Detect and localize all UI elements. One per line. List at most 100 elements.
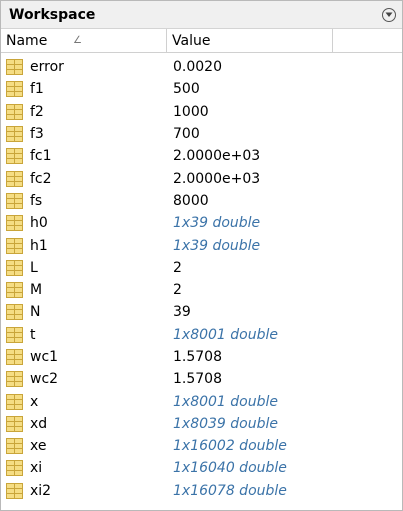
variable-grid-icon: [6, 326, 23, 343]
sort-ascending-icon: ∠: [73, 35, 82, 46]
variable-name-cell: f2: [1, 103, 167, 120]
chevron-down-circle-icon[interactable]: [382, 7, 396, 22]
variable-row[interactable]: fc2 2.0000e+03: [1, 167, 402, 189]
variable-value: 700: [173, 126, 200, 143]
variable-name-cell: xd: [1, 415, 167, 432]
variable-value: 1x8001 double: [173, 393, 278, 410]
variable-value: 2: [173, 282, 182, 299]
variable-grid-icon: [6, 482, 23, 499]
variable-row[interactable]: x 1x8001 double: [1, 390, 402, 412]
variable-name-cell: f3: [1, 126, 167, 143]
variable-row[interactable]: f1 500: [1, 78, 402, 100]
variable-value: 39: [173, 304, 191, 321]
column-header-name[interactable]: Name ∠: [1, 29, 167, 52]
variable-name: wc2: [30, 371, 59, 388]
variable-value: 2.0000e+03: [173, 148, 261, 165]
variable-name: M: [30, 282, 43, 299]
variable-name-cell: f1: [1, 81, 167, 98]
variable-name: xd: [30, 415, 48, 432]
variable-name-cell: h0: [1, 215, 167, 232]
panel-title: Workspace: [9, 6, 96, 23]
variable-name: h1: [30, 237, 48, 254]
variable-row[interactable]: f2 1000: [1, 101, 402, 123]
variable-name: x: [30, 393, 39, 410]
variable-row[interactable]: xd 1x8039 double: [1, 413, 402, 435]
variable-grid-icon: [6, 170, 23, 187]
variable-row[interactable]: xe 1x16002 double: [1, 435, 402, 457]
variable-row[interactable]: fs 8000: [1, 190, 402, 212]
variable-name-cell: L: [1, 259, 167, 276]
variable-name-cell: M: [1, 282, 167, 299]
variable-name: t: [30, 326, 36, 343]
variable-value: 0.0020: [173, 59, 222, 76]
variable-name-cell: fc1: [1, 148, 167, 165]
variable-row[interactable]: xi2 1x16078 double: [1, 480, 402, 502]
column-header-filler: [333, 29, 402, 52]
variable-row[interactable]: error 0.0020: [1, 56, 402, 78]
variable-name-cell: h1: [1, 237, 167, 254]
variable-row[interactable]: f3 700: [1, 123, 402, 145]
variable-value: 1.5708: [173, 349, 222, 365]
column-header-value-label: Value: [172, 32, 211, 49]
variable-value: 1.5708: [173, 371, 222, 388]
variable-grid-icon: [6, 415, 23, 432]
variable-name: xi: [30, 460, 43, 477]
variable-grid-icon: [6, 192, 23, 209]
variable-grid-icon: [6, 215, 23, 232]
variable-grid-icon: [6, 259, 23, 276]
variable-row[interactable]: wc2 1.5708: [1, 368, 402, 390]
variable-name-cell: N: [1, 304, 167, 321]
column-header-value[interactable]: Value: [167, 29, 333, 52]
variable-row[interactable]: t 1x8001 double: [1, 324, 402, 346]
variable-row[interactable]: N 39: [1, 301, 402, 323]
variable-grid-icon: [6, 349, 23, 365]
variable-value: 1000: [173, 103, 209, 120]
variable-grid-icon: [6, 304, 23, 321]
variable-row[interactable]: wc1 1.5708: [1, 346, 402, 368]
workspace-panel: Workspace Name ∠ Value error 0.0020 f1 500 f…: [0, 0, 403, 511]
variable-name-cell: fc2: [1, 170, 167, 187]
variable-value: 1x16078 double: [173, 482, 287, 499]
variable-name-cell: wc1: [1, 349, 167, 365]
variable-row[interactable]: L2: [1, 257, 402, 279]
variable-name-cell: xi: [1, 460, 167, 477]
column-header: Name ∠ Value: [1, 29, 402, 53]
variable-name-cell: t: [1, 326, 167, 343]
variable-row[interactable]: h0 1x39 double: [1, 212, 402, 234]
variable-name: fs: [30, 192, 43, 209]
variable-value: 1x8039 double: [173, 415, 278, 432]
column-header-name-label: Name: [6, 32, 48, 49]
variable-row[interactable]: h1 1x39 double: [1, 234, 402, 256]
variable-name: xe: [30, 438, 47, 455]
variable-name: f1: [30, 81, 44, 98]
panel-titlebar: Workspace: [1, 1, 402, 29]
variable-grid-icon: [6, 393, 23, 410]
variable-name: L: [30, 259, 38, 276]
variable-name-cell: x: [1, 393, 167, 410]
variable-name: fc2: [30, 170, 52, 187]
variable-name: N: [30, 304, 41, 321]
variable-row[interactable]: xi 1x16040 double: [1, 457, 402, 479]
variable-grid-icon: [6, 148, 23, 165]
variable-value: 1x16040 double: [173, 460, 287, 477]
variable-name-cell: wc2: [1, 371, 167, 388]
variable-name: h0: [30, 215, 48, 232]
variable-value: 2.0000e+03: [173, 170, 261, 187]
variable-name: wc1: [30, 349, 59, 365]
variable-grid-icon: [6, 371, 23, 388]
variable-value: 1x16002 double: [173, 438, 287, 455]
variable-name: fc1: [30, 148, 52, 165]
variable-value: 1x39 double: [173, 237, 261, 254]
variable-grid-icon: [6, 438, 23, 455]
variable-list: error 0.0020 f1 500 f2 1000 f3 700 fc1 2.0000e+03…: [1, 53, 402, 502]
variable-name-cell: xe: [1, 438, 167, 455]
variable-name-cell: fs: [1, 192, 167, 209]
variable-value: 1x8001 double: [173, 326, 278, 343]
variable-grid-icon: [6, 126, 23, 143]
variable-row[interactable]: fc1 2.0000e+03: [1, 145, 402, 167]
variable-grid-icon: [6, 237, 23, 254]
variable-value: 500: [173, 81, 200, 98]
variable-name: error: [30, 59, 64, 76]
variable-row[interactable]: M2: [1, 279, 402, 301]
variable-name-cell: xi2: [1, 482, 167, 499]
